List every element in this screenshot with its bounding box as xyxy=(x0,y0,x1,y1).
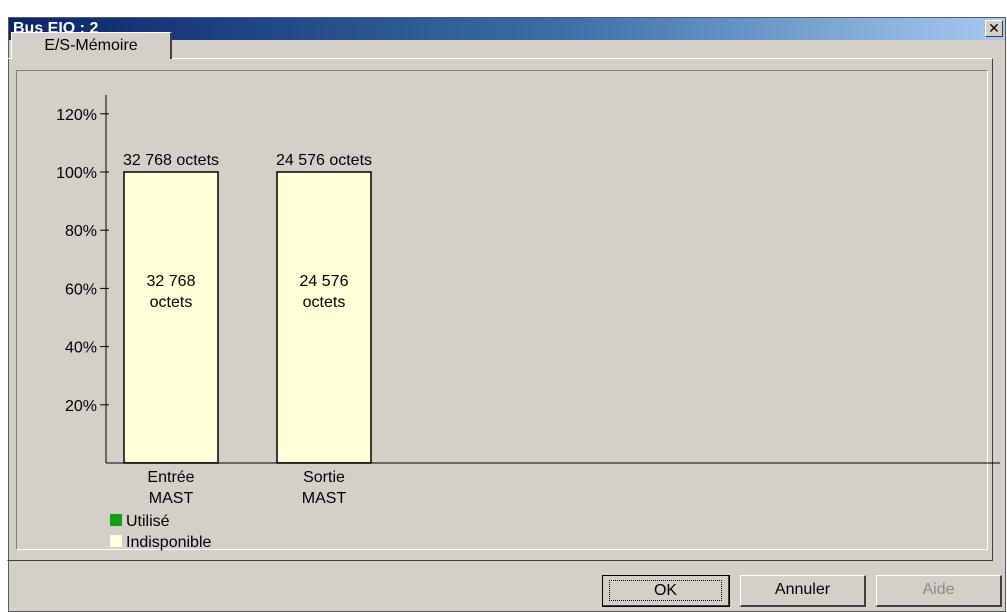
y-tick-label: 100% xyxy=(56,165,97,182)
bar-unavailable xyxy=(124,172,218,463)
bar-inner-label: 32 768 xyxy=(147,273,196,290)
x-tick-label: MAST xyxy=(302,490,347,507)
legend-swatch xyxy=(110,514,122,526)
help-button: Aide xyxy=(876,575,1002,607)
bar-inner-label: octets xyxy=(303,294,346,311)
legend-swatch xyxy=(110,535,122,547)
bar-unavailable xyxy=(277,172,371,463)
x-tick-label: MAST xyxy=(149,490,194,507)
y-tick-label: 120% xyxy=(56,107,97,124)
ok-button-label: OK xyxy=(609,580,722,601)
y-tick-label: 20% xyxy=(65,398,97,415)
ok-button[interactable]: OK xyxy=(602,575,730,607)
bar-inner-label: 24 576 xyxy=(300,273,349,290)
tab-io-memory[interactable]: E/S-Mémoire xyxy=(11,32,172,59)
y-tick-label: 80% xyxy=(65,223,97,240)
x-tick-label: Sortie xyxy=(303,469,345,486)
x-tick-label: Entrée xyxy=(147,469,194,486)
cancel-button[interactable]: Annuler xyxy=(740,575,866,607)
bar-inner-label: octets xyxy=(150,294,193,311)
memory-chart: 20% 40% 60% 80% 100% 120% 32 768 octets 32 768 o… xyxy=(56,95,1000,551)
legend-label: Indisponible xyxy=(126,534,212,551)
bar-top-label: 24 576 octets xyxy=(276,152,372,169)
bar-top-label: 32 768 octets xyxy=(123,152,219,169)
y-tick-label: 60% xyxy=(65,281,97,298)
y-tick-label: 40% xyxy=(65,340,97,357)
legend-label: Utilisé xyxy=(126,513,170,530)
